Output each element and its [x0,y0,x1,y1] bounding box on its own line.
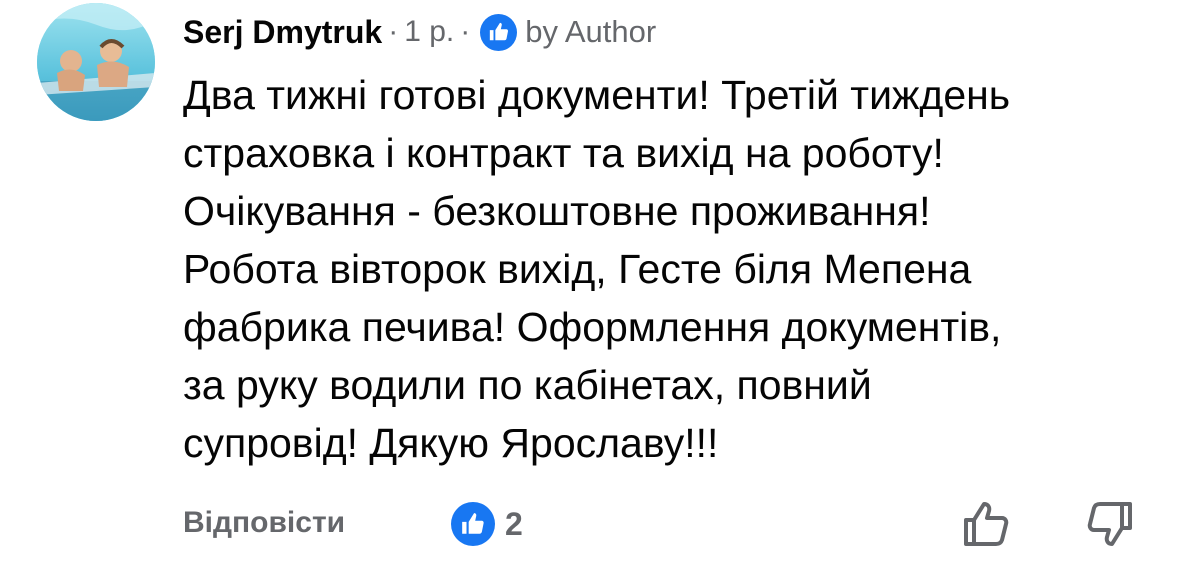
author-badge: by Author [525,14,657,49]
comment-line: Робота вівторок вихід, Гесте біля Мепена [183,246,972,292]
comment-header: Serj Dmytruk · 1 р. · by Author [183,12,656,52]
thumbs-up-icon [451,502,495,546]
comment-line: за руку водили по кабінетах, повний [183,362,872,408]
timestamp[interactable]: 1 р. [404,15,454,49]
comment-line: Очікування - безкоштовне проживання! [183,188,931,234]
comment-line: Два тижні готові документи! Третій тижде… [183,72,1011,118]
avatar[interactable] [37,3,155,121]
comment-line: страховка і контракт та вихід на роботу! [183,130,944,176]
comment-line: супровід! Дякую Ярославу!!! [183,420,719,466]
separator: · [460,15,471,48]
thumbs-up-outline-icon[interactable] [960,498,1012,550]
author-like-icon [480,13,518,51]
author-name[interactable]: Serj Dmytruk [183,14,382,51]
reaction-count: 2 [505,505,523,542]
thumbs-down-outline-icon[interactable] [1084,498,1136,550]
comment-line: фабрика печива! Оформлення документів, [183,304,1002,350]
reaction-summary[interactable]: 2 [451,502,523,546]
separator: · [388,15,399,48]
comment-text: Два тижні готові документи! Третій тижде… [183,66,1153,472]
comment-actions: Відповісти 2 [0,498,1179,554]
reply-button[interactable]: Відповісти [183,506,345,540]
